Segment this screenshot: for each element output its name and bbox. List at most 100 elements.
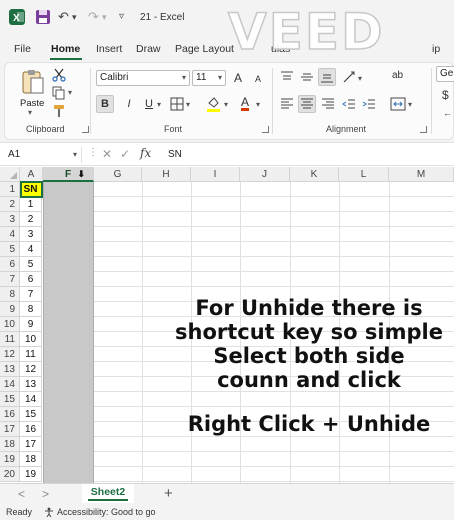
insert-function-button[interactable]: fx	[140, 146, 151, 160]
font-color-button[interactable]: A	[236, 93, 254, 111]
paste-dropdown-icon[interactable]: ▾	[28, 108, 32, 117]
font-color-dropdown-icon[interactable]: ▾	[256, 100, 260, 109]
data-cell[interactable]: 5	[20, 257, 42, 272]
data-cell[interactable]: 1	[20, 197, 42, 212]
select-all-button[interactable]	[0, 167, 20, 182]
accessibility-status[interactable]: Accessibility: Good to go	[57, 507, 156, 517]
column-header-k[interactable]: K	[290, 167, 339, 182]
data-cell[interactable]: 10	[20, 332, 42, 347]
fill-color-icon[interactable]	[206, 96, 221, 112]
next-sheet-icon[interactable]: >	[42, 487, 49, 501]
data-cell[interactable]: 9	[20, 317, 42, 332]
orientation-icon[interactable]	[342, 70, 356, 84]
name-box[interactable]: A1 ▾	[4, 147, 82, 163]
row-header[interactable]: 6	[0, 257, 20, 272]
column-header-l[interactable]: L	[339, 167, 389, 182]
orientation-dropdown-icon[interactable]: ▾	[358, 74, 362, 83]
number-format-combo[interactable]: Gen	[436, 66, 454, 82]
shrink-font-button[interactable]: A	[249, 70, 267, 88]
align-left-icon[interactable]	[280, 97, 294, 111]
row-header[interactable]: 8	[0, 287, 20, 302]
data-cell[interactable]: 2	[20, 212, 42, 227]
tab-home[interactable]: Home	[51, 43, 80, 55]
data-cell[interactable]: 6	[20, 272, 42, 287]
column-header-a[interactable]: A	[20, 167, 43, 182]
increase-indent-icon[interactable]	[362, 97, 376, 111]
merge-dropdown-icon[interactable]: ▾	[408, 100, 412, 109]
wrap-text-button[interactable]: ab	[392, 70, 403, 81]
paste-button[interactable]: Paste	[20, 98, 44, 109]
row-header[interactable]: 14	[0, 377, 20, 392]
data-cell[interactable]: 12	[20, 362, 42, 377]
font-size-combo[interactable]: 11 ▾	[192, 70, 226, 86]
copy-icon[interactable]	[52, 86, 66, 100]
row-header[interactable]: 16	[0, 407, 20, 422]
row-header[interactable]: 15	[0, 392, 20, 407]
data-cell[interactable]: 8	[20, 302, 42, 317]
column-header-m[interactable]: M	[389, 167, 454, 182]
row-header[interactable]: 12	[0, 347, 20, 362]
cut-icon[interactable]	[52, 68, 66, 82]
column-header-h[interactable]: H	[142, 167, 191, 182]
row-header[interactable]: 13	[0, 362, 20, 377]
align-center-button[interactable]	[298, 95, 316, 113]
row-header[interactable]: 2	[0, 197, 20, 212]
font-dialog-launcher[interactable]	[262, 126, 269, 133]
underline-dropdown-icon[interactable]: ▾	[157, 100, 161, 109]
prev-sheet-icon[interactable]: <	[18, 487, 25, 501]
format-painter-icon[interactable]	[52, 104, 66, 118]
tab-help[interactable]: ip	[432, 43, 440, 55]
merge-center-icon[interactable]	[390, 96, 406, 112]
fill-color-dropdown-icon[interactable]: ▾	[224, 100, 228, 109]
row-header[interactable]: 5	[0, 242, 20, 257]
currency-button[interactable]: $	[442, 88, 449, 102]
data-cell[interactable]: 14	[20, 392, 42, 407]
clipboard-dialog-launcher[interactable]	[82, 126, 89, 133]
customize-toolbar-icon[interactable]: ▿	[119, 10, 124, 24]
redo-dropdown-icon[interactable]: ▾	[102, 10, 107, 24]
data-cell[interactable]: 17	[20, 437, 42, 452]
copy-dropdown-icon[interactable]: ▾	[68, 88, 72, 97]
tab-file[interactable]: File	[14, 43, 31, 55]
sheet-tab-sheet2[interactable]: Sheet2	[82, 484, 134, 504]
column-header-f[interactable]: F ⬇	[43, 167, 94, 182]
font-name-combo[interactable]: Calibri ▾	[96, 70, 190, 86]
italic-button[interactable]: I	[120, 95, 138, 113]
align-top-icon[interactable]	[280, 70, 294, 84]
row-header[interactable]: 19	[0, 452, 20, 467]
row-header[interactable]: 17	[0, 422, 20, 437]
align-bottom-button[interactable]	[318, 68, 336, 86]
row-header[interactable]: 18	[0, 437, 20, 452]
row-header[interactable]: 7	[0, 272, 20, 287]
decimal-icon[interactable]: ←	[443, 108, 452, 118]
row-header[interactable]: 11	[0, 332, 20, 347]
undo-icon[interactable]: ↶	[58, 10, 69, 24]
data-cell[interactable]: 19	[20, 467, 42, 482]
enter-icon[interactable]: ✓	[120, 147, 130, 161]
add-sheet-icon[interactable]: +	[164, 485, 173, 502]
grow-font-button[interactable]: A	[229, 69, 247, 87]
data-cell[interactable]: 15	[20, 407, 42, 422]
row-header[interactable]: 1	[0, 182, 20, 197]
paste-icon[interactable]	[20, 68, 46, 96]
data-cell[interactable]: 13	[20, 377, 42, 392]
selected-column-f[interactable]	[43, 182, 94, 483]
row-header[interactable]: 10	[0, 317, 20, 332]
row-header[interactable]: 9	[0, 302, 20, 317]
data-cell[interactable]: 7	[20, 287, 42, 302]
tab-page-layout[interactable]: Page Layout	[175, 43, 234, 55]
undo-dropdown-icon[interactable]: ▾	[72, 10, 77, 24]
column-header-j[interactable]: J	[240, 167, 290, 182]
data-cell[interactable]: 11	[20, 347, 42, 362]
redo-icon[interactable]: ↷	[88, 10, 99, 24]
row-header[interactable]: 4	[0, 227, 20, 242]
align-right-icon[interactable]	[321, 97, 335, 111]
column-header-i[interactable]: I	[191, 167, 240, 182]
tab-draw[interactable]: Draw	[136, 43, 161, 55]
row-header[interactable]: 3	[0, 212, 20, 227]
data-cell[interactable]: 3	[20, 227, 42, 242]
data-cell[interactable]: 18	[20, 452, 42, 467]
alignment-dialog-launcher[interactable]	[420, 126, 427, 133]
underline-button[interactable]: U	[140, 95, 158, 113]
align-middle-icon[interactable]	[300, 70, 314, 84]
